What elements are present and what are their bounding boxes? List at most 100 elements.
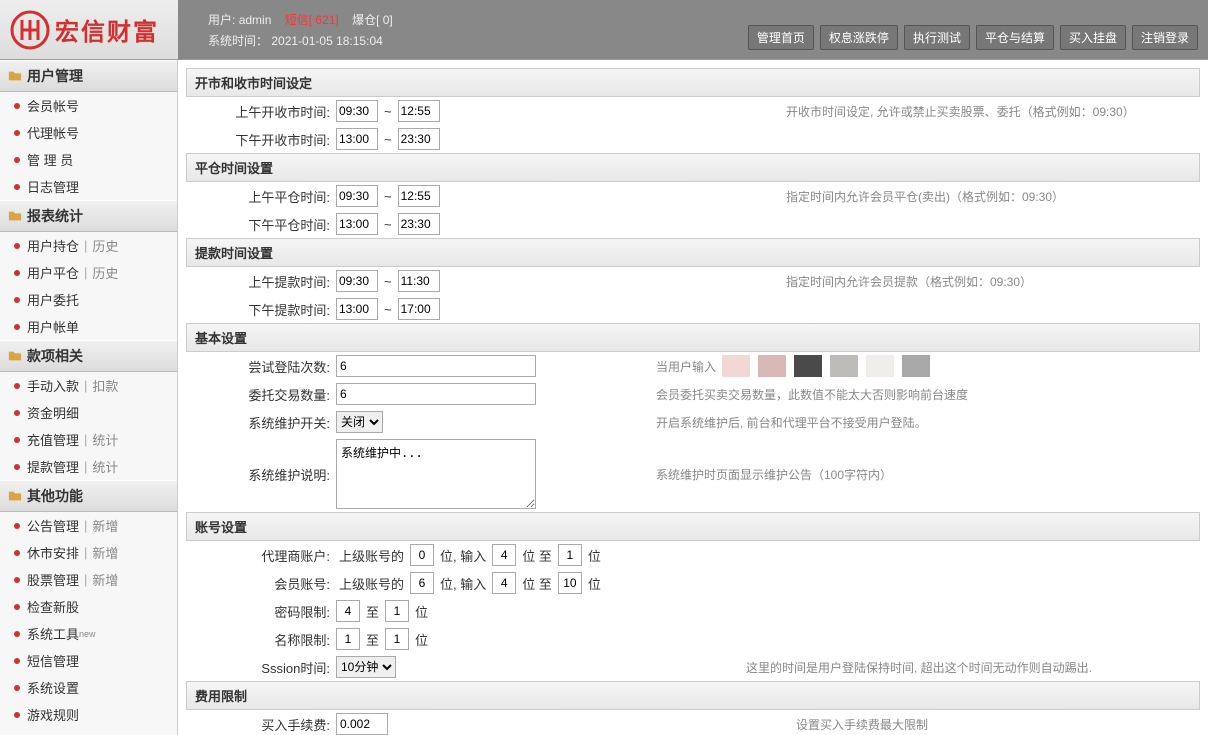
bullet-icon xyxy=(14,577,20,583)
pwd-min[interactable] xyxy=(336,600,360,622)
systime-value: 2021-01-05 18:15:04 xyxy=(271,34,382,48)
folder-icon xyxy=(8,489,22,503)
section-close-time: 平仓时间设置 xyxy=(186,153,1200,182)
bullet-icon xyxy=(14,604,20,610)
sidebar-item[interactable]: 休市安排|新增 xyxy=(0,539,177,566)
am-market-label: 上午开收市时间: xyxy=(186,102,336,121)
maint-switch-select[interactable]: 关闭 xyxy=(336,411,383,433)
sidebar-item[interactable]: 股票管理|新增 xyxy=(0,566,177,593)
top-btn-4[interactable]: 买入挂盘 xyxy=(1060,25,1126,50)
folder-icon xyxy=(8,209,22,223)
maint-desc-textarea[interactable]: 系统维护中... xyxy=(336,439,536,509)
sidebar-item[interactable]: 用户委托 xyxy=(0,286,177,313)
baocang-link[interactable]: 爆仓[ 0] xyxy=(352,13,393,27)
bullet-icon xyxy=(14,550,20,556)
sms-link[interactable]: 短信[ 621] xyxy=(285,13,339,27)
content-area: 开市和收市时间设定 上午开收市时间: ~ 开收市时间设定, 允许或禁止买卖股票、… xyxy=(178,60,1208,735)
folder-icon xyxy=(8,69,22,83)
bullet-icon xyxy=(14,243,20,249)
bullet-icon xyxy=(14,685,20,691)
agent-v1[interactable] xyxy=(410,544,434,566)
bullet-icon xyxy=(14,437,20,443)
pm-withdraw-start[interactable] xyxy=(336,298,378,320)
pm-close-end[interactable] xyxy=(398,213,440,235)
login-attempts-input[interactable] xyxy=(336,355,536,377)
sidebar-item[interactable]: 系统设置 xyxy=(0,674,177,701)
bullet-icon xyxy=(14,464,20,470)
sidebar-item[interactable]: 用户帐单 xyxy=(0,313,177,340)
section-account: 账号设置 xyxy=(186,512,1200,541)
sidebar-item[interactable]: 修改密码 xyxy=(0,728,177,735)
brand-logo-icon xyxy=(10,10,50,50)
am-close-start[interactable] xyxy=(336,185,378,207)
pwd-max[interactable] xyxy=(385,600,409,622)
bullet-icon xyxy=(14,130,20,136)
agent-v3[interactable] xyxy=(558,544,582,566)
bullet-icon xyxy=(14,631,20,637)
bullet-icon xyxy=(14,157,20,163)
redacted-block xyxy=(794,355,822,377)
am-market-start[interactable] xyxy=(336,100,378,122)
pm-withdraw-end[interactable] xyxy=(398,298,440,320)
member-v3[interactable] xyxy=(558,572,582,594)
sidebar-item[interactable]: 管 理 员 xyxy=(0,146,177,173)
name-max[interactable] xyxy=(385,628,409,650)
agent-v2[interactable] xyxy=(492,544,516,566)
am-withdraw-start[interactable] xyxy=(336,270,378,292)
bullet-icon xyxy=(14,658,20,664)
session-select[interactable]: 10分钟 xyxy=(336,656,396,678)
trade-count-input[interactable] xyxy=(336,383,536,405)
section-basic: 基本设置 xyxy=(186,323,1200,352)
sidebar-item[interactable]: 手动入款|扣款 xyxy=(0,372,177,399)
pm-market-end[interactable] xyxy=(398,128,440,150)
pm-close-start[interactable] xyxy=(336,213,378,235)
sidebar-item[interactable]: 资金明细 xyxy=(0,399,177,426)
sidebar-item[interactable]: 日志管理 xyxy=(0,173,177,200)
bullet-icon xyxy=(14,103,20,109)
user-value: admin xyxy=(239,13,272,27)
section-withdraw-time: 提款时间设置 xyxy=(186,238,1200,267)
sidebar-item[interactable]: 公告管理|新增 xyxy=(0,512,177,539)
name-min[interactable] xyxy=(336,628,360,650)
top-btn-5[interactable]: 注销登录 xyxy=(1132,25,1198,50)
am-market-end[interactable] xyxy=(398,100,440,122)
member-v1[interactable] xyxy=(410,572,434,594)
sidebar: 用户管理会员帐号代理帐号管 理 员日志管理报表统计用户持仓|历史用户平仓|历史用… xyxy=(0,60,178,735)
bullet-icon xyxy=(14,712,20,718)
bullet-icon xyxy=(14,523,20,529)
am-withdraw-end[interactable] xyxy=(398,270,440,292)
top-btn-0[interactable]: 管理首页 xyxy=(748,25,814,50)
brand-name: 宏信财富 xyxy=(55,12,159,47)
sidebar-item[interactable]: 提款管理|统计 xyxy=(0,453,177,480)
top-btn-3[interactable]: 平仓与结算 xyxy=(976,25,1054,50)
sidebar-item[interactable]: 系统工具new xyxy=(0,620,177,647)
sidebar-item[interactable]: 短信管理 xyxy=(0,647,177,674)
sidebar-item[interactable]: 检查新股 xyxy=(0,593,177,620)
sidebar-item[interactable]: 代理帐号 xyxy=(0,119,177,146)
top-btn-2[interactable]: 执行测试 xyxy=(904,25,970,50)
section-market-time: 开市和收市时间设定 xyxy=(186,68,1200,97)
sidebar-item[interactable]: 用户持仓|历史 xyxy=(0,232,177,259)
bullet-icon xyxy=(14,297,20,303)
member-v2[interactable] xyxy=(492,572,516,594)
pm-market-start[interactable] xyxy=(336,128,378,150)
bullet-icon xyxy=(14,184,20,190)
am-market-hint: 开收市时间设定, 允许或禁止买卖股票、委托（格式例如：09:30） xyxy=(596,103,1200,120)
sidebar-header: 用户管理 xyxy=(0,60,177,92)
sidebar-header: 其他功能 xyxy=(0,480,177,512)
sidebar-item[interactable]: 充值管理|统计 xyxy=(0,426,177,453)
bullet-icon xyxy=(14,410,20,416)
top-btn-1[interactable]: 权息涨跌停 xyxy=(820,25,898,50)
buy-fee-input[interactable] xyxy=(336,713,388,735)
redacted-block xyxy=(830,355,858,377)
am-close-end[interactable] xyxy=(398,185,440,207)
sidebar-item[interactable]: 会员帐号 xyxy=(0,92,177,119)
systime-label: 系统时间： xyxy=(208,34,268,48)
logo-area: 宏信财富 xyxy=(0,10,178,50)
sidebar-header: 报表统计 xyxy=(0,200,177,232)
sidebar-item[interactable]: 用户平仓|历史 xyxy=(0,259,177,286)
sidebar-item[interactable]: 游戏规则 xyxy=(0,701,177,728)
redacted-block xyxy=(758,355,786,377)
section-fee: 费用限制 xyxy=(186,681,1200,710)
pm-market-label: 下午开收市时间: xyxy=(186,130,336,149)
